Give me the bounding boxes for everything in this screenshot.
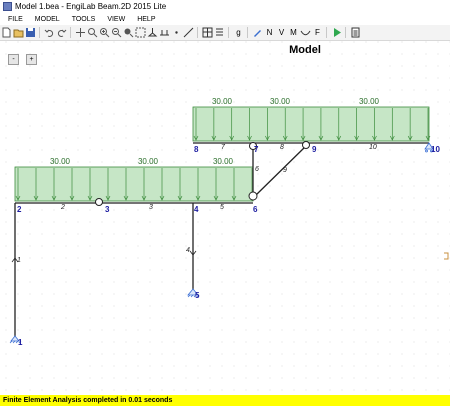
- pan-icon[interactable]: [75, 27, 86, 38]
- node-label: 1: [18, 338, 23, 347]
- load-label: 30.00: [50, 157, 71, 166]
- table-icon[interactable]: [202, 27, 213, 38]
- element-label: 8: [280, 144, 284, 151]
- toolbar: g N V M F: [0, 25, 450, 41]
- node-label: 4: [194, 205, 199, 214]
- line-icon[interactable]: [183, 27, 194, 38]
- node-label: 3: [105, 205, 110, 214]
- menu-model[interactable]: MODEL: [35, 16, 60, 23]
- new-icon[interactable]: [1, 27, 12, 38]
- element-label: 4: [186, 247, 190, 254]
- element-label: 5: [220, 204, 224, 211]
- toolbar-divider: [228, 27, 229, 38]
- load-label: 30.00: [138, 157, 159, 166]
- select-icon[interactable]: [135, 27, 146, 38]
- gravity-button[interactable]: g: [233, 27, 244, 38]
- title-bar: Model 1.bea - EngiLab Beam.2D 2015 Lite: [0, 0, 450, 13]
- menu-file[interactable]: FILE: [8, 16, 23, 23]
- element-label: 6: [255, 166, 259, 173]
- deformed-shape-icon[interactable]: [300, 27, 311, 38]
- element-label: 3: [149, 204, 153, 211]
- menu-tools[interactable]: TOOLS: [72, 16, 96, 23]
- support-icon[interactable]: [147, 27, 158, 38]
- toolbar-divider: [326, 27, 327, 38]
- grid-background: [0, 41, 450, 395]
- status-bar: Finite Element Analysis completed in 0.0…: [0, 395, 450, 406]
- zoom-out-icon[interactable]: [111, 27, 122, 38]
- draw-icon[interactable]: [252, 27, 263, 38]
- zoom-extents-icon[interactable]: [123, 27, 134, 38]
- toolbar-divider: [70, 27, 71, 38]
- bending-moment-button[interactable]: M: [288, 27, 299, 38]
- load-label: 30.00: [213, 157, 234, 166]
- node-label: 2: [17, 205, 22, 214]
- node-label: 9: [312, 145, 317, 154]
- undo-icon[interactable]: [44, 27, 55, 38]
- run-analysis-icon[interactable]: [331, 27, 342, 38]
- node-label: 10: [431, 145, 440, 154]
- menu-view[interactable]: VIEW: [107, 16, 125, 23]
- node-label: 8: [194, 145, 199, 154]
- zoom-in-button[interactable]: +: [26, 54, 37, 65]
- element-label: 1: [17, 257, 21, 264]
- element-label: 10: [369, 144, 377, 151]
- toolbar-divider: [197, 27, 198, 38]
- node-label: 6: [253, 205, 258, 214]
- menu-help[interactable]: HELP: [137, 16, 155, 23]
- zoom-window-icon[interactable]: [87, 27, 98, 38]
- shear-force-button[interactable]: V: [276, 27, 287, 38]
- distributed-load-upper[interactable]: [192, 106, 430, 142]
- toolbar-divider: [247, 27, 248, 38]
- toolbar-divider: [39, 27, 40, 38]
- hinge-node-3[interactable]: [95, 198, 103, 206]
- menu-bar: FILE MODEL TOOLS VIEW HELP: [0, 13, 450, 25]
- canvas-title: Model: [289, 44, 321, 56]
- distributed-load-lower[interactable]: [14, 166, 254, 202]
- report-icon[interactable]: [350, 27, 361, 38]
- axial-force-button[interactable]: N: [264, 27, 275, 38]
- beam-icon[interactable]: [159, 27, 170, 38]
- node-label: 7: [254, 145, 259, 154]
- load-label: 30.00: [359, 97, 380, 106]
- toolbar-divider: [345, 27, 346, 38]
- open-icon[interactable]: [13, 27, 24, 38]
- structure-drawing: 30.00 30.00 30.00 30.00 30.00 30.00 1 2 …: [0, 41, 450, 395]
- zoom-out-button[interactable]: -: [8, 54, 19, 65]
- hinge-node-9[interactable]: [302, 141, 310, 149]
- app-icon: [3, 2, 12, 11]
- save-icon[interactable]: [25, 27, 36, 38]
- load-label: 30.00: [270, 97, 291, 106]
- node-icon[interactable]: [171, 27, 182, 38]
- model-canvas[interactable]: 30.00 30.00 30.00 30.00 30.00 30.00 1 2 …: [0, 41, 450, 395]
- node-label: 5: [195, 291, 200, 300]
- zoom-in-icon[interactable]: [99, 27, 110, 38]
- hinge-node-6[interactable]: [248, 191, 258, 201]
- element-label: 9: [283, 167, 287, 174]
- window-title: Model 1.bea - EngiLab Beam.2D 2015 Lite: [15, 2, 167, 11]
- redo-icon[interactable]: [56, 27, 67, 38]
- properties-icon[interactable]: [214, 27, 225, 38]
- load-label: 30.00: [212, 97, 233, 106]
- reactions-button[interactable]: F: [312, 27, 323, 38]
- status-message: Finite Element Analysis completed in 0.0…: [3, 397, 173, 404]
- element-label: 2: [60, 204, 65, 211]
